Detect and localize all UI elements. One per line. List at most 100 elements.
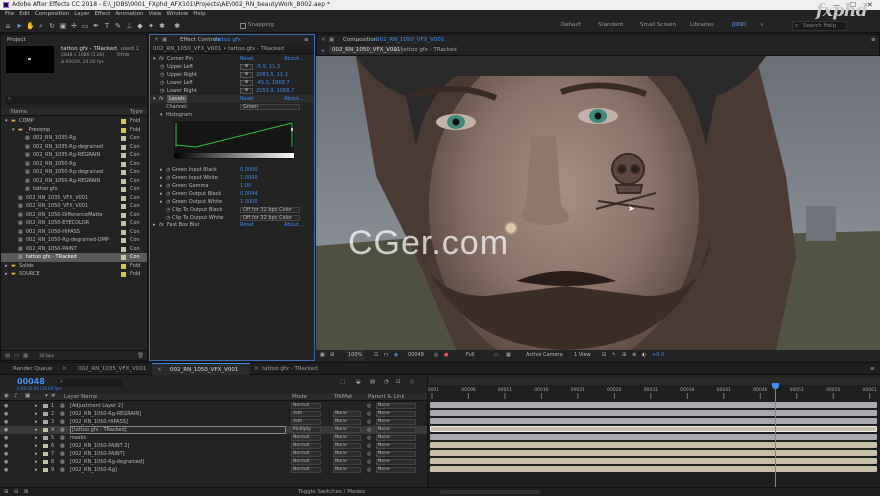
label-swatch[interactable]: [121, 187, 126, 192]
composition-tab-target[interactable]: 002_RN_1050_VFX_V001: [376, 36, 444, 45]
project-item[interactable]: ▦ 002_RN_1035-Rg-REGRAIN Con: [1, 151, 147, 160]
layer-trkmat-dropdown[interactable]: None: [333, 435, 361, 441]
label-swatch[interactable]: [121, 238, 126, 243]
layer-parent-dropdown[interactable]: None: [376, 427, 416, 433]
parent-pickwhip-icon[interactable]: ◎: [367, 434, 371, 442]
project-tab[interactable]: Project: [7, 36, 26, 45]
new-comp-icon[interactable]: ▦: [23, 353, 28, 359]
visibility-eye-icon[interactable]: ◉: [4, 450, 8, 458]
label-swatch[interactable]: [121, 161, 126, 167]
project-item[interactable]: ▦ 002_RN_1050-Rg Con: [1, 160, 147, 169]
resolution-dropdown[interactable]: Full: [464, 350, 477, 361]
puppet-tool-icon[interactable]: ✱: [158, 22, 166, 30]
layer-label-swatch[interactable]: [43, 468, 48, 472]
col-trkmat[interactable]: TrkMat: [334, 394, 352, 400]
layer-bar[interactable]: [430, 442, 877, 448]
layer-bar[interactable]: [430, 466, 877, 472]
layer-label-swatch[interactable]: [43, 428, 48, 432]
label-swatch[interactable]: [121, 178, 126, 184]
tab-comp-1050-active[interactable]: ✕ 002_RN_1050_VFX_V001: [152, 363, 250, 375]
project-item[interactable]: ▦ tattoo gfx Con: [1, 185, 147, 194]
visibility-eye-icon[interactable]: ◉: [4, 426, 8, 434]
param-toggle-icon[interactable]: ▸: [160, 198, 163, 206]
levels-row[interactable]: ▾ fx Levels Reset About...: [150, 95, 314, 103]
breadcrumb-arrow-icon[interactable]: ◂: [321, 48, 324, 54]
col-layer-name[interactable]: Layer Name: [64, 394, 97, 400]
timeline-search-input[interactable]: ⌕: [58, 379, 122, 387]
param-value[interactable]: 2053.9, 1068.7: [256, 87, 294, 95]
levels-about[interactable]: About...: [284, 95, 304, 103]
tab-close-icon[interactable]: ✕: [62, 366, 67, 372]
parent-pickwhip-icon[interactable]: ◎: [367, 418, 371, 426]
menu-effect[interactable]: Effect: [95, 10, 111, 19]
layer-bar[interactable]: [430, 418, 877, 424]
project-item[interactable]: ▦ 002_RN_1050-Rg-degrained-DMP Con: [1, 236, 147, 245]
param-stopwatch-icon[interactable]: ◷: [166, 206, 170, 214]
project-item[interactable]: ▾ ▬ _Precomp Fold: [1, 126, 147, 135]
layer-label-swatch[interactable]: [43, 420, 48, 424]
audio-icon[interactable]: ♪: [14, 393, 18, 399]
col-parent[interactable]: Parent & Link: [368, 394, 405, 400]
layer-bar[interactable]: [430, 410, 877, 416]
rectangle-tool-icon[interactable]: ▭: [81, 22, 89, 30]
layer-toggle-icon[interactable]: ▸: [35, 434, 38, 442]
camera-snapshot-icon[interactable]: ◎: [434, 350, 438, 361]
param-stopwatch-icon[interactable]: ◷: [166, 182, 170, 190]
layer-toggle-icon[interactable]: ▸: [35, 426, 38, 434]
layer-trkmat-dropdown[interactable]: None: [333, 467, 361, 473]
label-swatch[interactable]: [121, 263, 126, 269]
parent-pickwhip-icon[interactable]: ◎: [367, 442, 371, 450]
search-help-input[interactable]: Search Help: [792, 21, 847, 31]
pixel-aspect-icon[interactable]: ⊟: [602, 350, 606, 361]
selection-tool-icon[interactable]: ➤: [15, 22, 23, 30]
layer-parent-dropdown[interactable]: None: [376, 403, 416, 409]
layer-label-swatch[interactable]: [43, 444, 48, 448]
parent-pickwhip-icon[interactable]: ◎: [367, 458, 371, 466]
layer-name[interactable]: [002_RN_1050-PAINT 2]: [70, 442, 129, 450]
parent-pickwhip-icon[interactable]: ◎: [367, 450, 371, 458]
composition-tab[interactable]: Composition: [343, 36, 377, 45]
layer-toggle-icon[interactable]: ▸: [35, 458, 38, 466]
fx-icon[interactable]: fx: [159, 55, 164, 63]
breadcrumb-precomp[interactable]: tattoo gfx - TRacked: [401, 47, 457, 53]
fx-icon[interactable]: fx: [159, 95, 164, 103]
label-swatch[interactable]: [121, 221, 126, 226]
corner-pin-row[interactable]: ▾ fx Corner Pin Reset About...: [150, 55, 314, 63]
layer-row[interactable]: ◉ ▸ 6 ▦ [002_RN_1050-PAINT 2] Normal None ◎ None: [0, 442, 427, 450]
fast-box-blur-row[interactable]: ▸ fx Fast Box Blur Reset About...: [150, 221, 314, 229]
workspace-more-icon[interactable]: »: [760, 22, 763, 28]
layer-name[interactable]: [002_RN_1050-HIPASS]: [70, 418, 128, 426]
layer-label-swatch[interactable]: [43, 452, 48, 456]
zoom-tool-icon[interactable]: ⌕: [37, 22, 45, 30]
project-item[interactable]: ▦ 002_RN_1050-EYECOLOR Con: [1, 219, 147, 228]
param-value[interactable]: 1.0000: [240, 174, 258, 182]
layer-name[interactable]: [002_RN_1050-Rg]: [70, 466, 117, 474]
project-item[interactable]: ▦ 002_RN_1050-Rg-degrained Con: [1, 168, 147, 177]
label-swatch[interactable]: [121, 153, 126, 158]
breadcrumb-comp[interactable]: 002_RN_1050_VFX_V001: [329, 46, 404, 54]
param-stopwatch-icon[interactable]: ◷: [166, 174, 170, 182]
label-column-icon[interactable]: ▾: [45, 393, 48, 399]
label-swatch[interactable]: [121, 195, 126, 201]
param-toggle-icon[interactable]: ▸: [160, 166, 163, 174]
tab-close-icon[interactable]: ✕: [157, 367, 162, 373]
current-time[interactable]: 00048: [17, 377, 45, 386]
layer-row[interactable]: ◉ ▸ 9 ▦ [002_RN_1050-Rg] Normal None ◎ None: [0, 466, 427, 474]
menu-composition[interactable]: Composition: [35, 10, 69, 19]
layer-parent-dropdown[interactable]: None: [376, 419, 416, 425]
project-item[interactable]: ▦ 002_RN_1035-Rg Con: [1, 134, 147, 143]
workspace-standard[interactable]: Standard: [598, 22, 623, 28]
layer-trkmat-dropdown[interactable]: None: [333, 427, 361, 433]
zoom-dropdown[interactable]: 100%: [346, 350, 365, 361]
workspace-jono[interactable]: JONO: [732, 22, 746, 28]
menu-layer[interactable]: Layer: [74, 10, 89, 19]
fast-box-blur-reset[interactable]: Reset: [240, 221, 254, 229]
comp-mini-flowchart-icon[interactable]: ⊞: [4, 489, 9, 495]
fast-box-blur-about[interactable]: About...: [284, 221, 304, 229]
layer-parent-dropdown[interactable]: None: [376, 435, 416, 441]
label-swatch[interactable]: [121, 255, 126, 260]
clone-stamp-icon[interactable]: ⊥: [125, 22, 133, 30]
pen-tool-icon[interactable]: ✒: [92, 22, 100, 30]
layer-name[interactable]: [tattoo gfx - TRacked]: [70, 426, 286, 434]
project-item[interactable]: ▦ 002_RN_1050-PAINT Con: [1, 245, 147, 254]
